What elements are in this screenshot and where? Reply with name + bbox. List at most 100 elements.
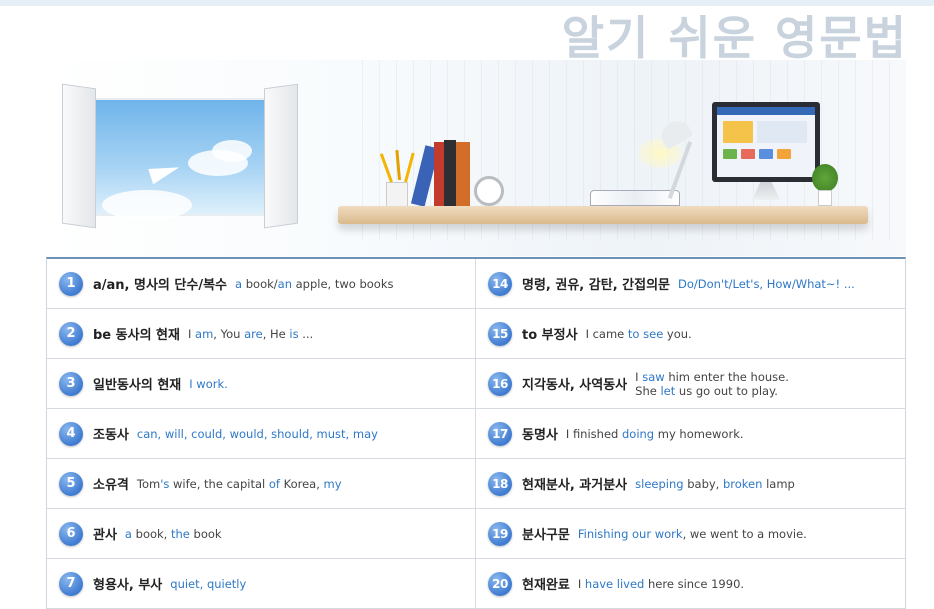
screen-thumb-tile — [741, 149, 755, 159]
grammar-item-4[interactable]: 4 조동사 can, will, could, would, should, mus… — [47, 409, 476, 458]
example-highlight: are — [244, 326, 263, 341]
example-highlight: quiet, quietly — [170, 576, 247, 591]
example-highlight: an — [277, 276, 292, 291]
example-text: a book, the book — [125, 527, 222, 541]
grammar-item-18[interactable]: 18 현재분사, 과거분사 sleeping baby, broken lamp — [476, 459, 905, 508]
number-badge: 1 — [59, 271, 83, 296]
example-text: quiet, quietly — [170, 577, 246, 591]
example-highlight: a — [124, 526, 132, 541]
grammar-item-16[interactable]: 16 지각동사, 사역동사 I saw him enter the house. Sh… — [476, 359, 905, 408]
example-highlight: is — [289, 326, 299, 341]
example-segment: book — [189, 526, 222, 541]
screen-thumb-tile — [777, 149, 791, 159]
number-badge: 14 — [488, 271, 512, 296]
grammar-item-17[interactable]: 17 동명사 I finished doing my homework. — [476, 409, 905, 458]
example-highlight: have lived — [584, 576, 645, 591]
screen-thumb-tile — [759, 149, 773, 159]
example-segment: wife, the capital — [169, 476, 269, 491]
topic-title[interactable]: 관사 — [93, 524, 117, 543]
grammar-item-2[interactable]: 2 be 동사의 현재 I am, You are, He is ... — [47, 309, 476, 358]
computer-monitor-icon — [712, 102, 820, 182]
example-segment: I — [187, 326, 196, 341]
example-segment: , He — [262, 326, 290, 341]
table-row: 4 조동사 can, will, could, would, should, mus… — [47, 409, 905, 459]
example-text: I have lived here since 1990. — [578, 577, 744, 591]
hero-banner-illustration — [46, 60, 906, 256]
monitor-screen — [717, 107, 815, 177]
grammar-item-5[interactable]: 5 소유격 Tom's wife, the capital of Korea, my — [47, 459, 476, 508]
example-segment: Tom — [136, 476, 161, 491]
book-icon — [456, 142, 470, 206]
number-badge: 5 — [59, 471, 83, 496]
book-icon — [444, 140, 456, 206]
table-row: 3 일반동사의 현재 I work. 16 지각동사, 사역동사 I saw him e… — [47, 359, 905, 409]
number-badge: 4 — [59, 421, 83, 446]
example-highlight: am — [195, 326, 214, 341]
example-text: I work. — [189, 377, 228, 391]
example-text: Tom's wife, the capital of Korea, my — [137, 477, 342, 491]
topic-title[interactable]: 소유격 — [93, 474, 129, 493]
example-segment: apple, two books — [291, 276, 394, 291]
example-segment: , You — [213, 326, 245, 341]
number-badge: 6 — [59, 521, 83, 546]
topic-title[interactable]: 형용사, 부사 — [93, 574, 162, 593]
example-highlight: saw — [642, 369, 665, 384]
example-text: I finished doing my homework. — [566, 427, 744, 441]
grammar-item-14[interactable]: 14 명령, 권유, 감탄, 간접의문 Do/Don't/Let's, How/Wh… — [476, 259, 905, 308]
example-text: I came to see you. — [586, 327, 692, 341]
window-sky-image — [90, 98, 266, 220]
topic-title[interactable]: 지각동사, 사역동사 — [522, 374, 627, 393]
plant-pot-icon — [818, 190, 832, 206]
number-badge: 3 — [59, 371, 83, 396]
example-highlight: sleeping — [635, 476, 684, 491]
example-highlight: of — [268, 476, 280, 491]
example-segment: She — [635, 383, 661, 398]
topic-title[interactable]: 현재완료 — [522, 574, 570, 593]
grammar-item-6[interactable]: 6 관사 a book, the book — [47, 509, 476, 558]
grammar-topic-table: 1 a/an, 명사의 단수/복수 a book/an apple, two boo… — [46, 257, 906, 609]
topic-title[interactable]: 현재분사, 과거분사 — [522, 474, 627, 493]
example-text-stack: I saw him enter the house. She let us go … — [635, 370, 789, 398]
example-segment: lamp — [762, 476, 795, 491]
grammar-item-15[interactable]: 15 to 부정사 I came to see you. — [476, 309, 905, 358]
example-text: a book/an apple, two books — [235, 277, 393, 291]
number-badge: 16 — [488, 371, 512, 396]
example-highlight: to see — [627, 326, 664, 341]
topic-title[interactable]: 일반동사의 현재 — [93, 374, 181, 393]
topic-title[interactable]: a/an, 명사의 단수/복수 — [93, 274, 227, 293]
example-text: Finishing our work, we went to a movie. — [578, 527, 807, 541]
page-title: 알기 쉬운 영문법 — [561, 11, 908, 65]
topic-title[interactable]: be 동사의 현재 — [93, 324, 180, 343]
example-highlight: broken — [723, 476, 763, 491]
example-segment: my homework. — [654, 426, 744, 441]
example-highlight: let — [660, 383, 676, 398]
alarm-clock-icon — [474, 176, 504, 206]
topic-title[interactable]: 명령, 권유, 감탄, 간접의문 — [522, 274, 670, 293]
grammar-item-7[interactable]: 7 형용사, 부사 quiet, quietly — [47, 559, 476, 608]
topic-title[interactable]: 동명사 — [522, 424, 558, 443]
grammar-item-20[interactable]: 20 현재완료 I have lived here since 1990. — [476, 559, 905, 608]
topic-title[interactable]: 조동사 — [93, 424, 129, 443]
number-badge: 7 — [59, 571, 83, 596]
plant-icon — [812, 164, 838, 192]
topic-title[interactable]: to 부정사 — [522, 324, 578, 343]
cloud-shape — [102, 190, 192, 220]
topic-title[interactable]: 분사구문 — [522, 524, 570, 543]
example-text: Do/Don't/Let's, How/What~! ... — [678, 277, 855, 291]
example-segment: you. — [663, 326, 692, 341]
number-badge: 2 — [59, 321, 83, 346]
open-book-icon — [590, 190, 680, 206]
example-text: I am, You are, He is ... — [188, 327, 313, 341]
example-text: can, will, could, would, should, must, m… — [137, 427, 378, 441]
grammar-item-19[interactable]: 19 분사구문 Finishing our work, we went to a m… — [476, 509, 905, 558]
grammar-item-3[interactable]: 3 일반동사의 현재 I work. — [47, 359, 476, 408]
example-segment: Korea, — [279, 476, 324, 491]
grammar-item-1[interactable]: 1 a/an, 명사의 단수/복수 a book/an apple, two boo… — [47, 259, 476, 308]
example-segment: baby, — [683, 476, 723, 491]
example-highlight: can, will, could, would, should, must, m… — [136, 426, 378, 441]
number-badge: 18 — [488, 471, 512, 496]
example-segment: I finished — [565, 426, 622, 441]
table-row: 2 be 동사의 현재 I am, You are, He is ... 15 to … — [47, 309, 905, 359]
example-segment: him enter the house. — [664, 369, 789, 384]
example-highlight: I work. — [189, 376, 228, 391]
